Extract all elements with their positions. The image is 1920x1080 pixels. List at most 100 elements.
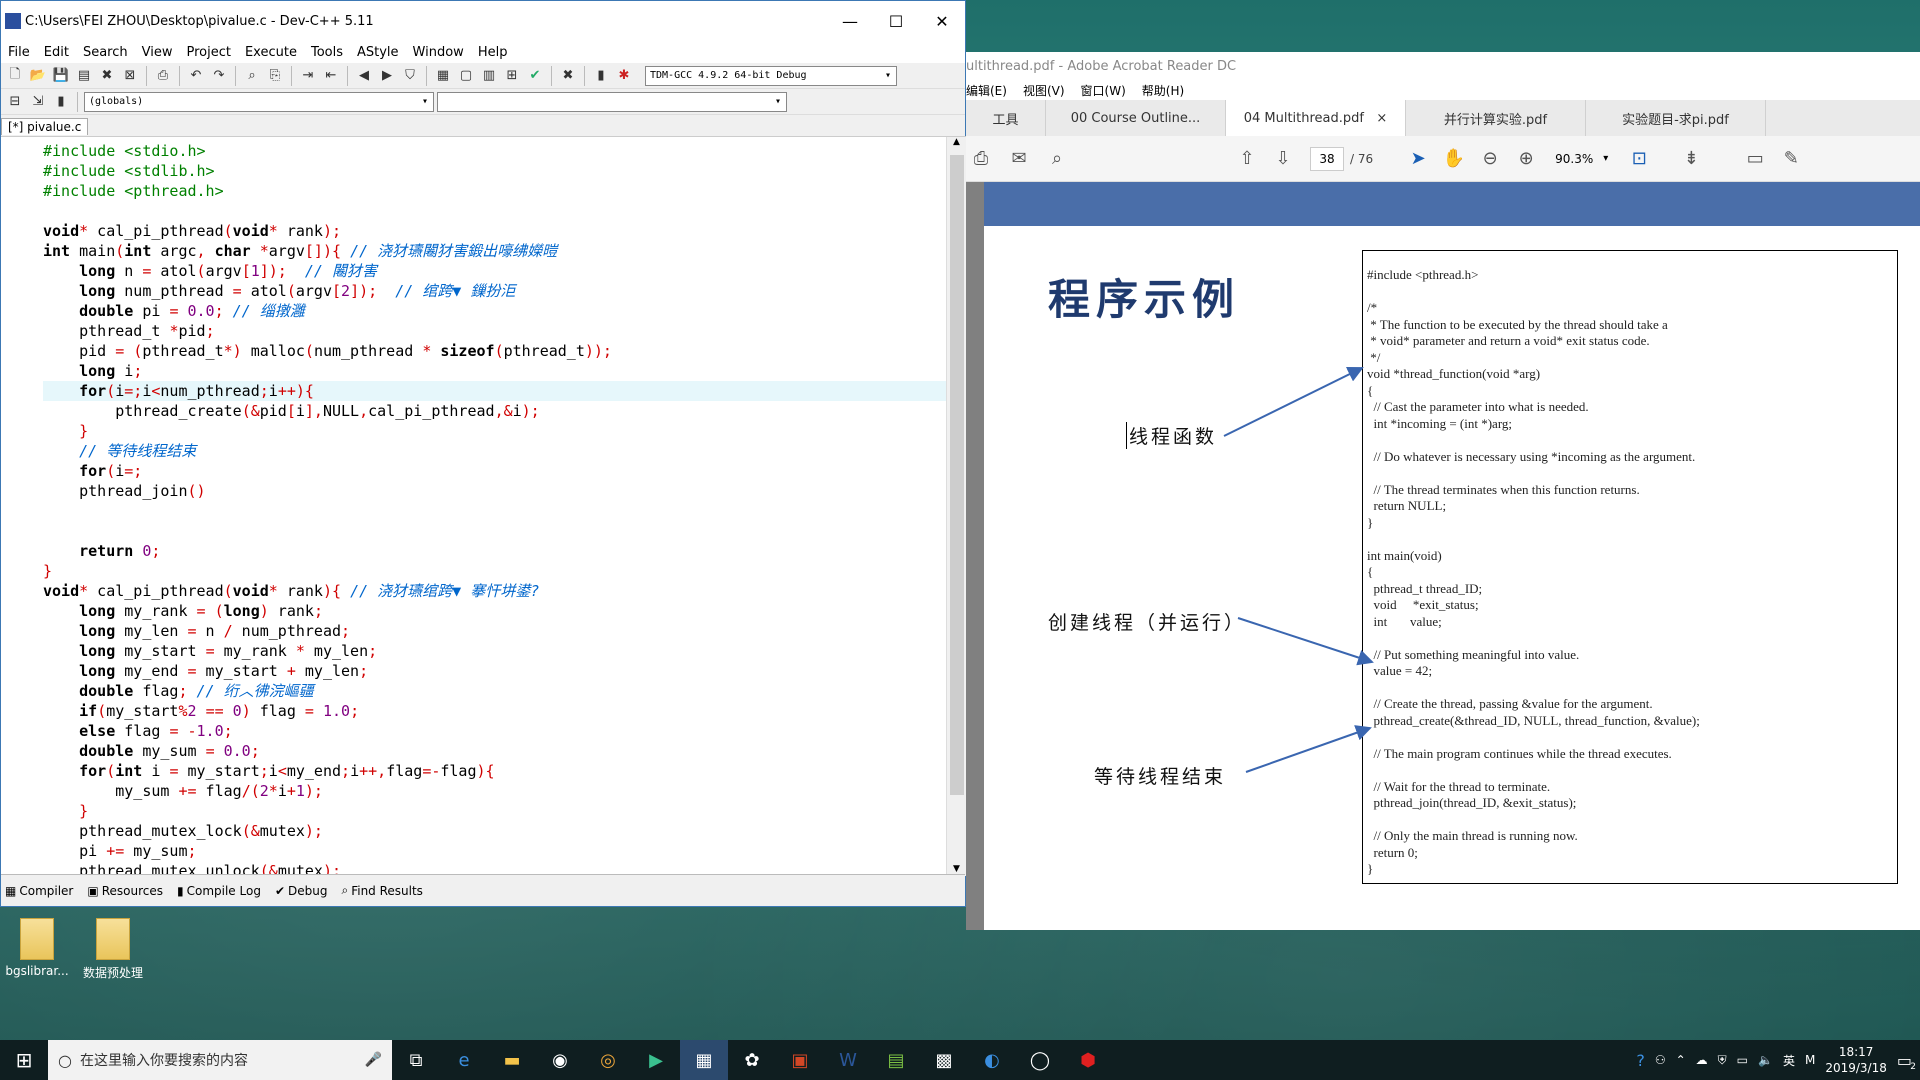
class-browser-icon[interactable]: ⊟ [5,92,25,112]
page-up-icon[interactable]: ⇧ [1232,144,1262,174]
profile-chart-icon[interactable]: ▮ [591,66,611,86]
tab-course-outline[interactable]: 00 Course Outline... [1046,100,1226,136]
code-line[interactable]: 2#include <stdlib.h> [43,161,946,181]
devcpp-menu-view[interactable]: View [135,45,180,60]
file-tab-pivalue[interactable]: [*] pivalue.c [1,118,89,135]
volume-icon[interactable]: 🔈 [1758,1053,1773,1067]
app-pinwheel-icon[interactable]: ✿ [728,1040,776,1080]
tray-expand-chevron-icon[interactable]: ⌃ [1676,1053,1686,1067]
maximize-button[interactable]: ☐ [873,1,919,41]
code-area[interactable]: 1#include <stdio.h>2#include <stdlib.h>3… [43,141,946,876]
desktop-icon-bgslibrary[interactable]: bgslibrar... [2,918,72,978]
indent-icon[interactable]: ⇥ [298,66,318,86]
compile-run-icon[interactable]: ▥ [479,66,499,86]
code-line[interactable]: 11 pid = (pthread_t*) malloc(num_pthread… [43,341,946,361]
open-file-icon[interactable]: 📂 [28,66,48,86]
zoom-level[interactable]: 90.3% [1555,152,1593,166]
pen-icon[interactable]: ✎ [1776,144,1806,174]
replace-icon[interactable]: ⎘ [265,66,285,86]
code-line[interactable]: 30 else flag = -1.0; [43,721,946,741]
select-cursor-icon[interactable]: ➤ [1403,144,1433,174]
code-line[interactable]: 17 for(i=; [43,461,946,481]
microphone-icon[interactable]: 🎤 [365,1052,392,1068]
devcpp-menu-execute[interactable]: Execute [238,45,304,60]
bottom-tab-find-results[interactable]: ⌕ Find Results [341,883,430,898]
vertical-scrollbar[interactable]: ▲ ▼ [946,137,966,876]
qq-icon[interactable]: ◉ [536,1040,584,1080]
code-line[interactable]: 8 long num_pthread = atol(argv[2]); // 绾… [43,281,946,301]
member-select[interactable]: ▾ [437,91,787,112]
redo-icon[interactable]: ↷ [209,66,229,86]
check-syntax-icon[interactable]: ✔ [525,66,545,86]
goto-forward-icon[interactable]: ▶ [377,66,397,86]
email-icon[interactable]: ✉ [1004,144,1034,174]
help-icon[interactable]: ? [1636,1051,1645,1070]
debug-bug-icon[interactable]: ✱ [614,66,634,86]
code-line[interactable]: 29 if(my_start%2 == 0) flag = 1.0; [43,701,946,721]
code-editor[interactable]: 1#include <stdio.h>2#include <stdlib.h>3… [1,136,966,876]
save-all-icon[interactable]: ▤ [74,66,94,86]
compile-icon[interactable]: ▦ [433,66,453,86]
find-icon[interactable]: ⌕ [242,66,262,86]
goto-back-icon[interactable]: ◀ [354,66,374,86]
scroll-thumb[interactable] [950,155,964,795]
pycharm-icon[interactable]: ▩ [920,1040,968,1080]
code-line[interactable]: 14 pthread_create(&pid[i],NULL,cal_pi_pt… [43,401,946,421]
devcpp-menu-project[interactable]: Project [179,45,237,60]
code-line[interactable]: 34 } [43,801,946,821]
cloud-icon[interactable]: ☁ [1696,1053,1708,1067]
bottom-tab-compile-log[interactable]: ▮ Compile Log [177,884,269,898]
acrobat-menu-edit[interactable]: 编辑(E) [966,82,1007,99]
tab-close-icon[interactable]: × [1376,111,1387,126]
bottom-tab-debug[interactable]: ✔ Debug [275,884,336,898]
code-line[interactable]: 32− for(int i = my_start;i<my_end;i++,fl… [43,761,946,781]
devcpp-menu-tools[interactable]: Tools [304,45,350,60]
file-explorer-icon[interactable]: ▬ [488,1040,536,1080]
code-line[interactable]: 24 long my_rank = (long) rank; [43,601,946,621]
pdf-view[interactable]: 程序示例 #include <pthread.h>/* * The functi… [966,182,1920,930]
desktop-icon-data-preprocess[interactable]: 数据预处理 [78,918,148,981]
code-line[interactable]: 35 pthread_mutex_lock(&mutex); [43,821,946,841]
notification-icon[interactable]: ▭ 2 [1897,1051,1916,1072]
new-file-icon[interactable]: 🗋 [5,66,25,86]
people-icon[interactable]: ⚇ [1655,1053,1666,1067]
code-line[interactable]: 26 long my_start = my_rank * my_len; [43,641,946,661]
scroll-up-icon[interactable]: ▲ [947,137,966,147]
acrobat-menu-help[interactable]: 帮助(H) [1142,82,1184,99]
zoom-in-icon[interactable]: ⊕ [1511,144,1541,174]
code-line[interactable]: 23−void* cal_pi_pthread(void* rank){ // … [43,581,946,601]
search-icon[interactable]: ⌕ [1042,144,1072,174]
code-line[interactable]: 25 long my_len = n / num_pthread; [43,621,946,641]
acrobat-taskbar-icon[interactable]: ⬢ [1064,1040,1112,1080]
undo-icon[interactable]: ↶ [186,66,206,86]
devcpp-menu-window[interactable]: Window [406,45,471,60]
minimize-button[interactable]: — [827,1,873,41]
code-line[interactable]: 33 my_sum += flag/(2*i+1); [43,781,946,801]
insert-icon[interactable]: ▮ [51,92,71,112]
code-line[interactable]: 12 long i; [43,361,946,381]
code-line[interactable]: 9 double pi = 0.0; // 缁撴灉 [43,301,946,321]
devcpp-menu-astyle[interactable]: AStyle [350,45,406,60]
antivirus-icon[interactable]: ⛨ [1718,1053,1727,1068]
code-line[interactable]: 19 [43,501,946,521]
tab-multithread[interactable]: 04 Multithread.pdf × [1226,100,1406,136]
code-line[interactable]: 13− for(i=;i<num_pthread;i++){ [43,381,946,401]
compiler-select[interactable]: TDM-GCC 4.9.2 64-bit Debug ▾ [645,65,897,86]
powerpoint-icon[interactable]: ▣ [776,1040,824,1080]
code-line[interactable]: 7 long n = atol(argv[1]); // 闂犲害 [43,261,946,281]
bottom-tab-compiler[interactable]: ▦ Compiler [5,884,81,898]
devcpp-taskbar-icon[interactable]: ▦ [680,1040,728,1080]
tab-pi-task[interactable]: 实验题目-求pi.pdf [1586,100,1766,136]
code-line[interactable]: 28 double flag; // 绗︿彿浣嶇疆 [43,681,946,701]
devcpp-menu-edit[interactable]: Edit [37,45,76,60]
tab-tools[interactable]: 工具 [966,100,1046,136]
battery-icon[interactable]: ▭ [1737,1053,1748,1067]
clock[interactable]: 18:17 2019/3/18 [1825,1044,1887,1076]
scroll-down-icon[interactable]: ▼ [947,864,966,874]
zoom-out-icon[interactable]: ⊖ [1475,144,1505,174]
scope-select[interactable]: (globals) ▾ [84,91,434,112]
page-number-input[interactable]: 38 [1310,146,1344,171]
unindent-icon[interactable]: ⇤ [321,66,341,86]
start-windows-icon[interactable]: ⊞ [0,1040,48,1080]
code-line[interactable]: 3#include <pthread.h> [43,181,946,201]
